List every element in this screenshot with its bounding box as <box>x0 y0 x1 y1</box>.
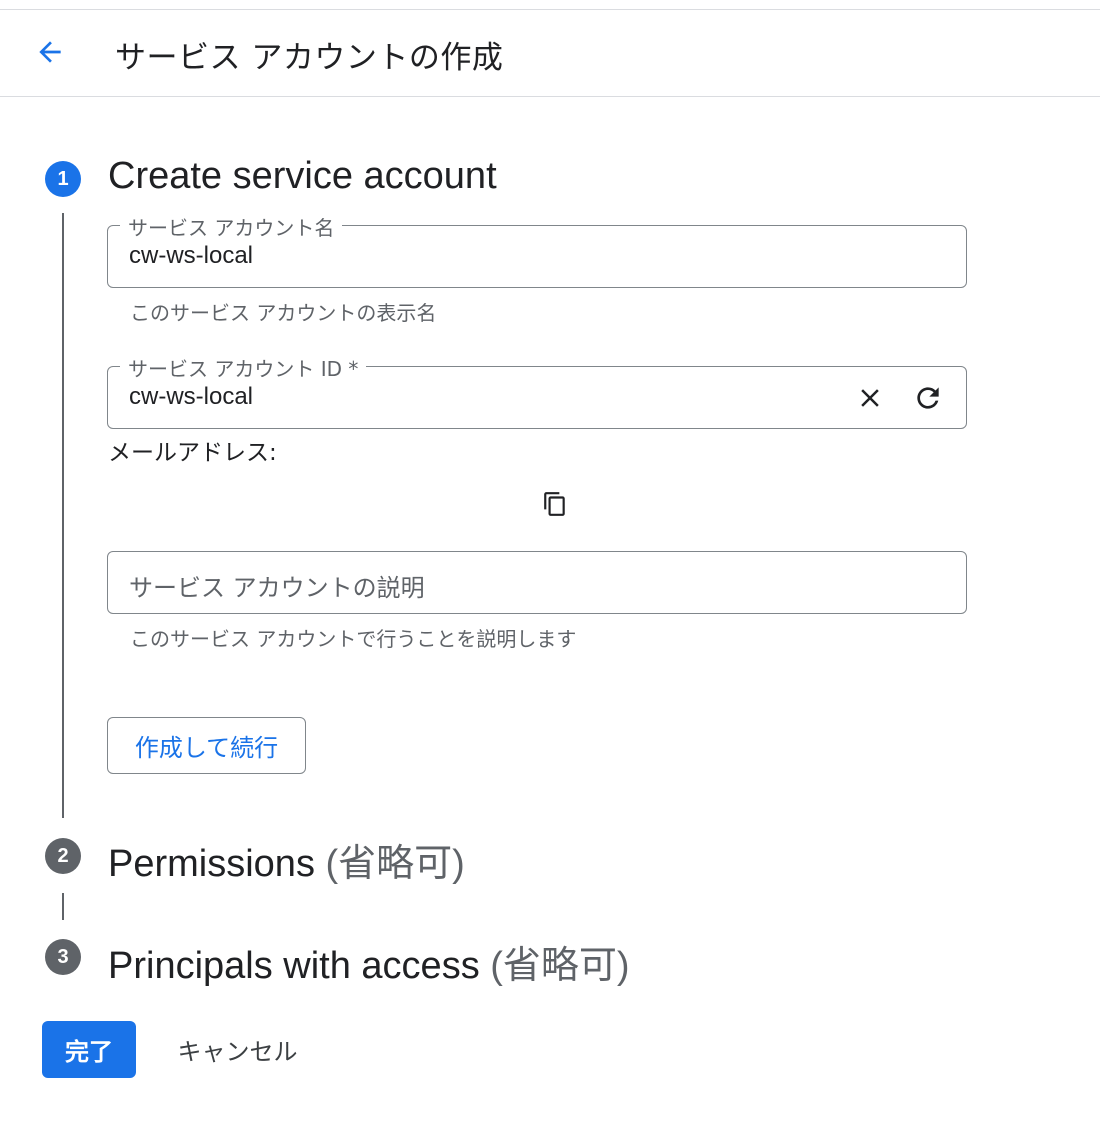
back-button[interactable] <box>28 34 72 70</box>
service-account-name-field[interactable]: サービス アカウント名 cw-ws-local <box>107 212 967 288</box>
step-3-optional-tag: (省略可) <box>490 945 630 987</box>
service-account-description-hint: このサービス アカウントで行うことを説明します <box>130 627 577 651</box>
step-3-number: 3 <box>57 945 69 968</box>
service-account-id-field[interactable]: サービス アカウント ID * cw-ws-local <box>107 353 967 429</box>
step-3-title[interactable]: Principals with access (省略可) <box>108 934 630 989</box>
clear-id-button[interactable] <box>850 378 890 418</box>
service-account-id-value[interactable]: cw-ws-local <box>129 383 253 411</box>
step-1-indicator: 1 <box>45 161 81 197</box>
service-account-id-label: サービス アカウント ID * <box>120 353 367 382</box>
done-button[interactable]: 完了 <box>42 1021 136 1078</box>
regenerate-id-button[interactable] <box>908 378 948 418</box>
refresh-icon <box>917 387 939 409</box>
step-2-connector <box>62 893 64 920</box>
service-account-name-hint: このサービス アカウントの表示名 <box>130 301 437 325</box>
service-account-name-value[interactable]: cw-ws-local <box>129 242 253 270</box>
copy-icon <box>544 492 565 516</box>
step-1-title-text: Create service account <box>108 155 497 197</box>
cancel-button[interactable]: キャンセル <box>160 1021 315 1078</box>
step-2-number: 2 <box>57 844 69 867</box>
service-account-name-label: サービス アカウント名 <box>120 212 343 241</box>
step-2-title[interactable]: Permissions (省略可) <box>108 832 465 887</box>
step-3-indicator: 3 <box>45 939 81 975</box>
service-account-description-placeholder[interactable]: サービス アカウントの説明 <box>129 568 425 603</box>
page-header: サービス アカウントの作成 <box>0 10 1100 97</box>
step-1-number: 1 <box>57 167 69 190</box>
close-icon <box>861 389 879 407</box>
page-title: サービス アカウントの作成 <box>115 40 504 76</box>
step-1-connector <box>62 213 64 818</box>
step-1-title[interactable]: Create service account <box>108 155 497 198</box>
create-and-continue-button[interactable]: 作成して続行 <box>107 717 306 774</box>
step-2-indicator: 2 <box>45 838 81 874</box>
copy-email-button[interactable] <box>535 484 575 524</box>
step-2-optional-tag: (省略可) <box>325 843 465 885</box>
arrow-back-icon <box>39 41 61 63</box>
service-account-description-field[interactable]: サービス アカウントの説明 <box>107 551 967 614</box>
step-2-title-text: Permissions <box>108 843 326 885</box>
step-3-title-text: Principals with access <box>108 945 491 987</box>
email-address-label: メールアドレス: <box>108 440 277 466</box>
